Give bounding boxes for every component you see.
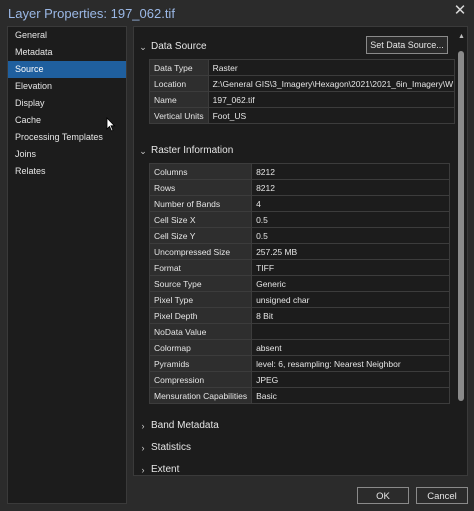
vertical-scrollbar[interactable] [458,45,464,470]
sidebar-item-elevation[interactable]: Elevation [8,78,126,95]
property-value: absent [251,339,451,356]
section-title: Raster Information [151,145,234,156]
property-label: Pixel Depth [148,307,253,324]
property-label: Pixel Type [148,291,253,308]
property-value: 4 [251,195,451,212]
chevron-down-icon: ⌄ [139,146,147,156]
section-title: Statistics [151,442,192,453]
data-source-table: Data Type Raster Location Z:\General GIS… [149,59,455,124]
table-row: Colormap absent [148,339,451,356]
table-row: Location Z:\General GIS\3_Imagery\Hexago… [149,75,455,92]
property-label: Name [149,91,209,108]
sidebar-item-joins[interactable]: Joins [8,146,126,163]
table-row: Compression JPEG [148,371,451,388]
table-row: Format TIFF [148,259,451,276]
raster-information-table: Columns 8212 Rows 8212 Number of Bands 4 Ce… [148,163,451,404]
table-row: Pyramids level: 6, resampling: Nearest Ne… [148,355,451,372]
sidebar: General Metadata Source Elevation Displa… [7,26,127,504]
chevron-down-icon: ⌄ [139,42,147,52]
sidebar-item-source[interactable]: Source [8,61,126,78]
table-row: Data Type Raster [149,59,455,76]
close-icon[interactable]: ✕ [452,3,468,19]
chevron-right-icon: › [141,443,145,453]
table-row: Mensuration Capabilities Basic [148,387,451,404]
set-data-source-button[interactable]: Set Data Source... [366,36,448,54]
table-row: Source Type Generic [148,275,451,292]
property-value: 0.5 [251,227,451,244]
sidebar-item-metadata[interactable]: Metadata [8,44,126,61]
table-row: Vertical Units Foot_US [149,107,455,124]
property-label: Mensuration Capabilities [148,387,253,404]
property-label: Compression [148,371,253,388]
sidebar-item-display[interactable]: Display [8,95,126,112]
scroll-up-icon[interactable]: ▲ [458,33,465,41]
property-label: Number of Bands [148,195,253,212]
section-title: Band Metadata [151,420,219,431]
property-value: TIFF [251,259,451,276]
property-value: Raster [207,59,455,76]
property-value: 197_062.tif [207,91,455,108]
property-label: Cell Size Y [148,227,253,244]
property-label: Columns [148,163,253,180]
property-label: Pyramids [148,355,253,372]
property-value: unsigned char [251,291,451,308]
property-value: Basic [251,387,451,404]
property-label: Vertical Units [149,107,209,124]
ok-button[interactable]: OK [357,487,409,504]
section-raster-information[interactable]: ⌄ Raster Information [139,143,233,159]
property-value: 0.5 [251,211,451,228]
sidebar-item-general[interactable]: General [8,27,126,44]
property-value: Generic [251,275,451,292]
property-value [251,323,451,340]
property-value: 8 Bit [251,307,451,324]
section-statistics[interactable]: › Statistics [139,440,192,456]
chevron-right-icon: › [141,465,145,475]
table-row: Uncompressed Size 257.25 MB [148,243,451,260]
property-value: JPEG [251,371,451,388]
table-row: Cell Size X 0.5 [148,211,451,228]
property-value: Foot_US [207,107,455,124]
section-title: Data Source [151,41,207,52]
table-row: Number of Bands 4 [148,195,451,212]
chevron-right-icon: › [141,421,145,431]
property-value: 8212 [251,163,451,180]
table-row: Columns 8212 [148,163,451,180]
table-row: Pixel Depth 8 Bit [148,307,451,324]
window-title: Layer Properties: 197_062.tif [8,6,175,21]
property-label: Location [149,75,209,92]
table-row: Rows 8212 [148,179,451,196]
section-band-metadata[interactable]: › Band Metadata [139,418,219,434]
property-value: 257.25 MB [251,243,451,260]
scrollbar-thumb[interactable] [458,51,464,401]
mouse-cursor-icon [106,117,116,132]
property-label: Colormap [148,339,253,356]
property-label: Source Type [148,275,253,292]
cancel-button[interactable]: Cancel [416,487,468,504]
properties-panel: ⌄ Data Source Set Data Source... Data Ty… [133,26,468,476]
table-row: Pixel Type unsigned char [148,291,451,308]
property-label: Rows [148,179,253,196]
property-label: NoData Value [148,323,253,340]
property-value[interactable]: Z:\General GIS\3_Imagery\Hexagon\2021\20… [207,75,455,92]
table-row: NoData Value [148,323,451,340]
property-value: level: 6, resampling: Nearest Neighbor [251,355,451,372]
property-label: Data Type [149,59,209,76]
property-label: Cell Size X [148,211,253,228]
section-title: Extent [151,464,180,475]
section-data-source[interactable]: ⌄ Data Source [139,39,207,55]
section-extent[interactable]: › Extent [139,462,180,475]
property-label: Uncompressed Size [148,243,253,260]
table-row: Cell Size Y 0.5 [148,227,451,244]
sidebar-item-relates[interactable]: Relates [8,163,126,180]
property-value: 8212 [251,179,451,196]
title-bar: Layer Properties: 197_062.tif ✕ [0,0,474,26]
property-label: Format [148,259,253,276]
table-row: Name 197_062.tif [149,91,455,108]
